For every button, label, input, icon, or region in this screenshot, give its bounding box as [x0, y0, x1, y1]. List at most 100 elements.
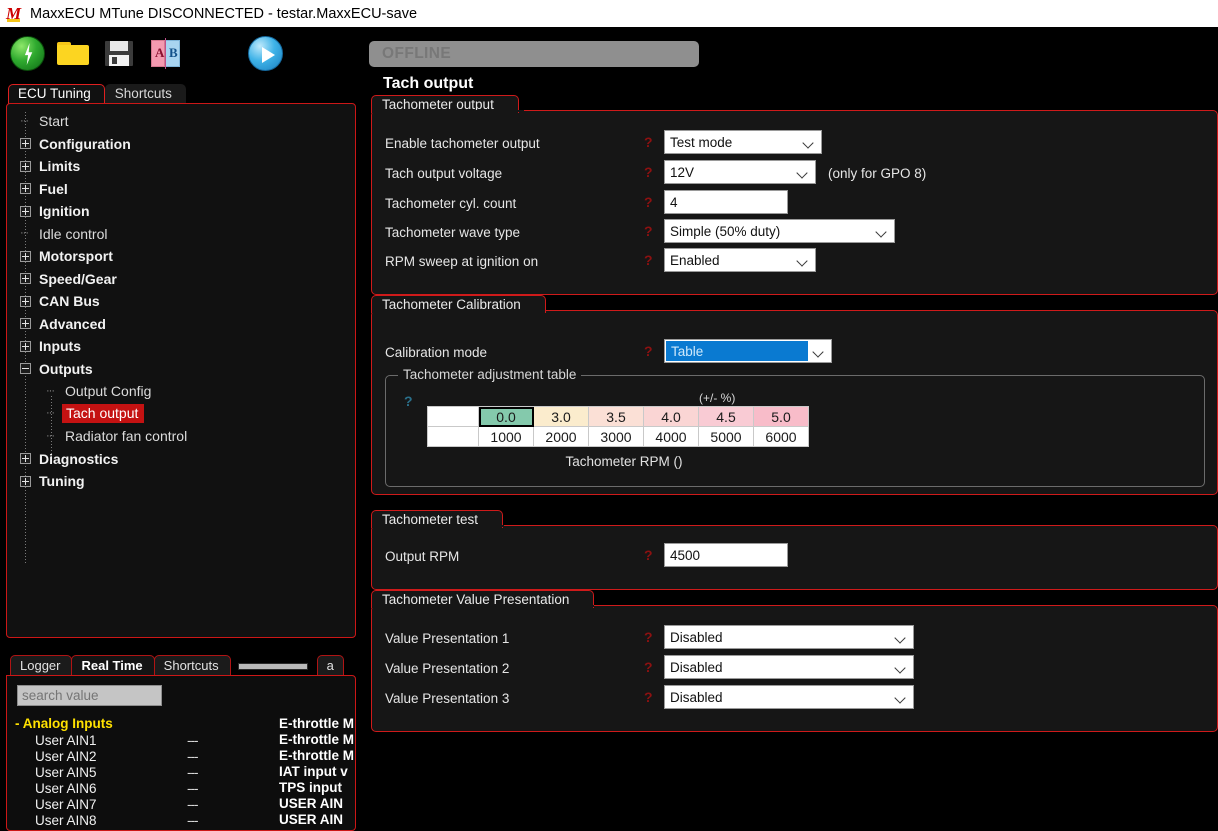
value-presentation-1-value: Disabled — [670, 629, 723, 645]
value-description-row[interactable]: TPS input — [279, 780, 355, 796]
folder-icon[interactable] — [56, 36, 91, 71]
expand-plus-icon[interactable] — [20, 318, 31, 330]
adjust-cell[interactable]: 4.0 — [643, 406, 699, 427]
value-presentation-2-dropdown[interactable]: Disabled — [664, 655, 914, 679]
value-row[interactable]: User AIN7 --- — [15, 797, 275, 813]
value-presentation-1-dropdown[interactable]: Disabled — [664, 625, 914, 649]
rpm-axis-cell[interactable]: 6000 — [753, 426, 809, 447]
bottom-tab-a[interactable]: a — [316, 655, 344, 676]
chevron-down-icon — [896, 694, 905, 703]
expand-plus-icon[interactable] — [20, 183, 31, 195]
tree-item-idle-control[interactable]: ··· Idle control — [7, 223, 355, 246]
tree-item-ignition[interactable]: Ignition — [7, 200, 355, 223]
value-description-column: E-throttle M E-throttle M E-throttle M IAT … — [279, 716, 355, 830]
adjustment-units-label: (+/- %) — [699, 391, 736, 405]
tab-ecu-tuning[interactable]: ECU Tuning — [8, 84, 105, 104]
bottom-tab-real-time[interactable]: Real Time — [71, 655, 155, 676]
rpm-sweep-at-ignition-on-help-icon[interactable]: ? — [644, 252, 653, 268]
tree-item-limits[interactable]: Limits — [7, 155, 355, 178]
adjust-cell[interactable]: 3.5 — [588, 406, 644, 427]
collapse-minus-icon[interactable] — [20, 363, 31, 375]
rpm-axis-cell[interactable]: 1000 — [478, 426, 534, 447]
tach-output-voltage-dropdown[interactable]: 12V — [664, 160, 816, 184]
tree-item-fuel[interactable]: Fuel — [7, 178, 355, 201]
tree-item-label: Limits — [39, 158, 81, 175]
green-lightning-icon[interactable] — [10, 36, 45, 71]
tach-output-voltage-label: Tach output voltage — [385, 166, 503, 181]
expand-plus-icon[interactable] — [20, 340, 31, 352]
value-presentation-1-help-icon[interactable]: ? — [644, 629, 653, 645]
adjust-cell[interactable]: 4.5 — [698, 406, 754, 427]
tree-item-diagnostics[interactable]: Diagnostics — [7, 448, 355, 471]
calibration-mode-help-icon[interactable]: ? — [644, 343, 653, 359]
ecu-tuning-tree[interactable]: ··· Start Configuration Limits Fuel Ignition ·… — [6, 103, 356, 638]
calibration-mode-dropdown[interactable]: Table — [664, 339, 832, 363]
enable-tachometer-output-dropdown[interactable]: Test mode — [664, 130, 822, 154]
value-presentation-3-dropdown[interactable]: Disabled — [664, 685, 914, 709]
expand-plus-icon[interactable] — [20, 205, 31, 217]
ab-compare-icon[interactable]: AB — [148, 36, 183, 71]
tree-item-tach-output[interactable]: ··· Tach output — [7, 403, 355, 426]
value-presentation-2-help-icon[interactable]: ? — [644, 659, 653, 675]
value-description-row[interactable]: IAT input v — [279, 764, 355, 780]
expand-plus-icon[interactable] — [20, 138, 31, 150]
adjustment-table-help-icon[interactable]: ? — [404, 393, 413, 409]
expand-plus-icon[interactable] — [20, 295, 31, 307]
value-description-row[interactable]: E-throttle M — [279, 716, 355, 732]
enable-tachometer-output-label: Enable tachometer output — [385, 136, 540, 151]
expand-plus-icon[interactable] — [20, 250, 31, 262]
search-input[interactable] — [17, 685, 162, 706]
tree-item-output-config[interactable]: ··· Output Config — [7, 380, 355, 403]
expand-plus-icon[interactable] — [20, 475, 31, 487]
value-description-row[interactable]: USER AIN — [279, 812, 355, 828]
enable-tachometer-output-help-icon[interactable]: ? — [644, 134, 653, 150]
value-row[interactable]: User AIN6 --- — [15, 781, 275, 797]
tree-item-configuration[interactable]: Configuration — [7, 133, 355, 156]
tree-item-advanced[interactable]: Advanced — [7, 313, 355, 336]
tree-item-inputs[interactable]: Inputs — [7, 335, 355, 358]
tachometer-cyl-count-input[interactable]: 4 — [664, 190, 788, 214]
expand-plus-icon[interactable] — [20, 273, 31, 285]
tachometer-wave-type-help-icon[interactable]: ? — [644, 223, 653, 239]
tree-item-tuning[interactable]: Tuning — [7, 470, 355, 493]
tree-item-radiator-fan-control[interactable]: ··· Radiator fan control — [7, 425, 355, 448]
value-row-value: --- — [187, 797, 198, 812]
output-rpm-help-icon[interactable]: ? — [644, 547, 653, 563]
floppy-disk-icon[interactable] — [102, 36, 137, 71]
value-row-name: User AIN2 — [35, 749, 97, 764]
tree-item-outputs[interactable]: Outputs — [7, 358, 355, 381]
value-row[interactable]: User AIN8 --- — [15, 813, 275, 829]
tachometer-wave-type-dropdown[interactable]: Simple (50% duty) — [664, 219, 895, 243]
tree-item-can-bus[interactable]: CAN Bus — [7, 290, 355, 313]
value-description-row[interactable]: E-throttle M — [279, 748, 355, 764]
tachometer-adjustment-table[interactable]: 0.0 3.0 3.5 4.0 4.5 5.0 1000 2000 3000 4000 5000 60… — [427, 406, 809, 447]
value-row[interactable]: User AIN5 --- — [15, 765, 275, 781]
tree-item-speed-gear[interactable]: Speed/Gear — [7, 268, 355, 291]
value-group-header[interactable]: - Analog Inputs — [15, 716, 275, 733]
adjust-cell[interactable]: 0.0 — [478, 406, 534, 427]
tree-item-start[interactable]: ··· Start — [7, 110, 355, 133]
value-description-row[interactable]: USER AIN — [279, 796, 355, 812]
rpm-axis-cell[interactable]: 5000 — [698, 426, 754, 447]
tab-shortcuts[interactable]: Shortcuts — [104, 84, 186, 104]
rpm-axis-cell[interactable]: 3000 — [588, 426, 644, 447]
tree-item-motorsport[interactable]: Motorsport — [7, 245, 355, 268]
value-description-row[interactable]: E-throttle M — [279, 732, 355, 748]
value-presentation-3-help-icon[interactable]: ? — [644, 689, 653, 705]
expand-plus-icon[interactable] — [20, 453, 31, 465]
tach-output-voltage-help-icon[interactable]: ? — [644, 164, 653, 180]
tree-item-label: CAN Bus — [39, 293, 100, 310]
tachometer-cyl-count-help-icon[interactable]: ? — [644, 194, 653, 210]
rpm-sweep-at-ignition-on-dropdown[interactable]: Enabled — [664, 248, 816, 272]
expand-plus-icon[interactable] — [20, 160, 31, 172]
bottom-tab-logger[interactable]: Logger — [10, 655, 73, 676]
adjust-cell[interactable]: 5.0 — [753, 406, 809, 427]
bottom-tab-shortcuts[interactable]: Shortcuts — [153, 655, 231, 676]
rpm-axis-cell[interactable]: 4000 — [643, 426, 699, 447]
adjust-cell[interactable]: 3.0 — [533, 406, 589, 427]
value-row[interactable]: User AIN1 --- — [15, 733, 275, 749]
output-rpm-input[interactable]: 4500 — [664, 543, 788, 567]
rpm-axis-cell[interactable]: 2000 — [533, 426, 589, 447]
value-row[interactable]: User AIN2 --- — [15, 749, 275, 765]
blue-play-icon[interactable] — [248, 36, 283, 71]
